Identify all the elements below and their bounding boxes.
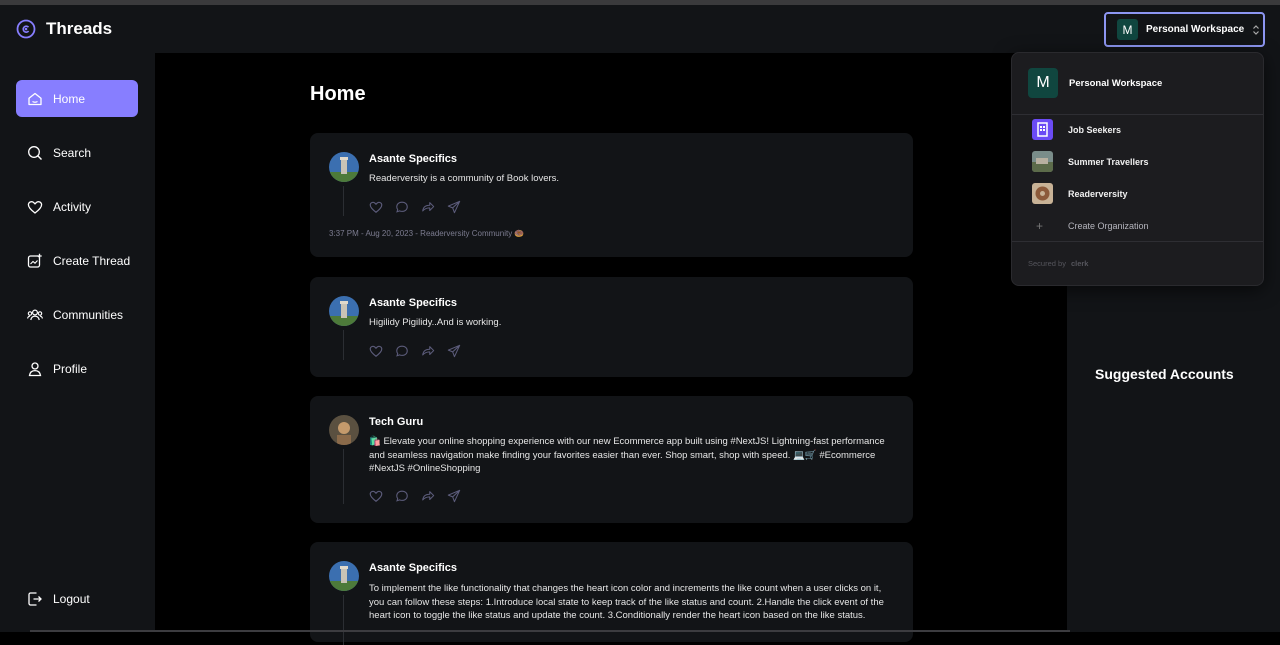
author-avatar[interactable] [329,415,359,445]
sidebar-item-home[interactable]: Home [16,80,138,117]
author-name[interactable]: Asante Specifics [369,297,457,309]
org-avatar [1032,151,1053,172]
workspace-avatar: M [1028,68,1058,98]
author-avatar[interactable] [329,561,359,591]
threads-logo-icon [16,19,36,39]
topbar: Threads M Personal Workspace [0,5,1280,53]
thread-meta[interactable]: 3:37 PM - Aug 20, 2023 - Readerversity C… [329,229,524,238]
workspace-avatar: M [1117,19,1138,40]
chevron-up-down-icon [1253,24,1260,35]
repost-icon[interactable] [421,344,435,358]
org-item-summer-travellers[interactable]: Summer Travellers [1032,151,1149,172]
secured-by-clerk: Secured by clerk [1028,259,1088,268]
org-avatar [1032,183,1053,204]
sidebar-item-profile[interactable]: Profile [16,350,138,387]
logout-label: Logout [53,591,90,606]
org-name: Summer Travellers [1068,156,1149,167]
heart-icon [27,200,43,214]
workspace-switcher-button[interactable]: M Personal Workspace [1104,12,1265,47]
workspace-name: Personal Workspace [1146,24,1245,35]
sidebar-item-communities[interactable]: Communities [16,296,138,333]
sidebar-item-label: Profile [53,361,88,376]
thread-text: To implement the like functionality that… [369,583,884,621]
create-organization-label: Create Organization [1068,221,1149,231]
thread-card: Asante Specifics To implement the like f… [310,542,913,645]
thread-actions [369,200,461,214]
create-thread-icon [27,253,42,268]
org-name: Readerversity [1068,188,1128,199]
sidebar-item-label: Create Thread [53,253,131,268]
reply-icon[interactable] [395,200,409,214]
heart-icon[interactable] [369,489,383,503]
secured-label: Secured by [1028,259,1066,268]
workspace-name: Personal Workspace [1069,77,1163,89]
home-icon [28,92,42,105]
users-icon [27,308,43,320]
repost-icon[interactable] [421,489,435,503]
org-name: Job Seekers [1068,124,1122,135]
brand-name: Threads [46,19,113,38]
org-avatar [1032,119,1053,140]
repost-icon[interactable] [421,200,435,214]
author-name[interactable]: Asante Specifics [369,153,457,165]
thread-card: Asante Specifics Higilidy Pigilidy..And … [310,277,913,377]
search-icon [28,145,42,160]
thread-line [343,186,344,216]
heart-icon[interactable] [369,200,383,214]
org-item-readerversity[interactable]: Readerversity [1032,183,1128,204]
share-icon[interactable] [447,200,461,214]
thread-line [343,449,344,504]
sidebar-item-search[interactable]: Search [16,134,138,171]
thread-actions [369,344,461,358]
thread-actions [369,489,461,503]
divider [1012,241,1263,242]
thread-text: 🛍️ Elevate your online shopping experien… [369,436,885,474]
page-title: Home [310,83,366,105]
left-sidebar: Home Search Activity Create Thread Commu… [0,53,155,632]
plus-icon: + [1036,219,1044,233]
current-workspace[interactable]: M Personal Workspace [1028,68,1162,98]
suggested-accounts-title: Suggested Accounts [1095,366,1234,382]
share-icon[interactable] [447,344,461,358]
main-feed: Home Asante Specifics Readerversity is a… [155,53,1067,645]
sidebar-item-label: Activity [53,199,92,214]
org-item-job-seekers[interactable]: Job Seekers [1032,119,1121,140]
author-name[interactable]: Asante Specifics [369,562,457,574]
author-name[interactable]: Tech Guru [369,416,423,428]
thread-line [343,330,344,360]
author-avatar[interactable] [329,152,359,182]
thread-card: Asante Specifics Readerversity is a comm… [310,133,913,257]
thread-card: Tech Guru 🛍️ Elevate your online shoppin… [310,396,913,523]
divider [1012,114,1263,115]
reply-icon[interactable] [395,344,409,358]
logout-button[interactable]: Logout [16,580,138,617]
brand[interactable]: Threads [16,19,112,39]
reply-icon[interactable] [395,489,409,503]
user-icon [28,361,42,376]
sidebar-item-label: Communities [53,307,124,322]
sidebar-item-create-thread[interactable]: Create Thread [16,242,138,279]
heart-icon[interactable] [369,344,383,358]
sidebar-item-activity[interactable]: Activity [16,188,138,225]
thread-text: Readerversity is a community of Book lov… [369,173,560,184]
sidebar-item-label: Home [53,91,86,106]
thread-text: Higilidy Pigilidy..And is working. [369,317,502,328]
share-icon[interactable] [447,489,461,503]
sidebar-item-label: Search [53,145,92,160]
author-avatar[interactable] [329,296,359,326]
thread-line [343,595,344,645]
organization-switcher-dropdown: M Personal Workspace Job Seekers Summer … [1011,52,1264,286]
create-organization-button[interactable]: + Create Organization [1036,219,1149,233]
clerk-logo: clerk [1070,259,1089,268]
logout-icon [28,591,42,606]
